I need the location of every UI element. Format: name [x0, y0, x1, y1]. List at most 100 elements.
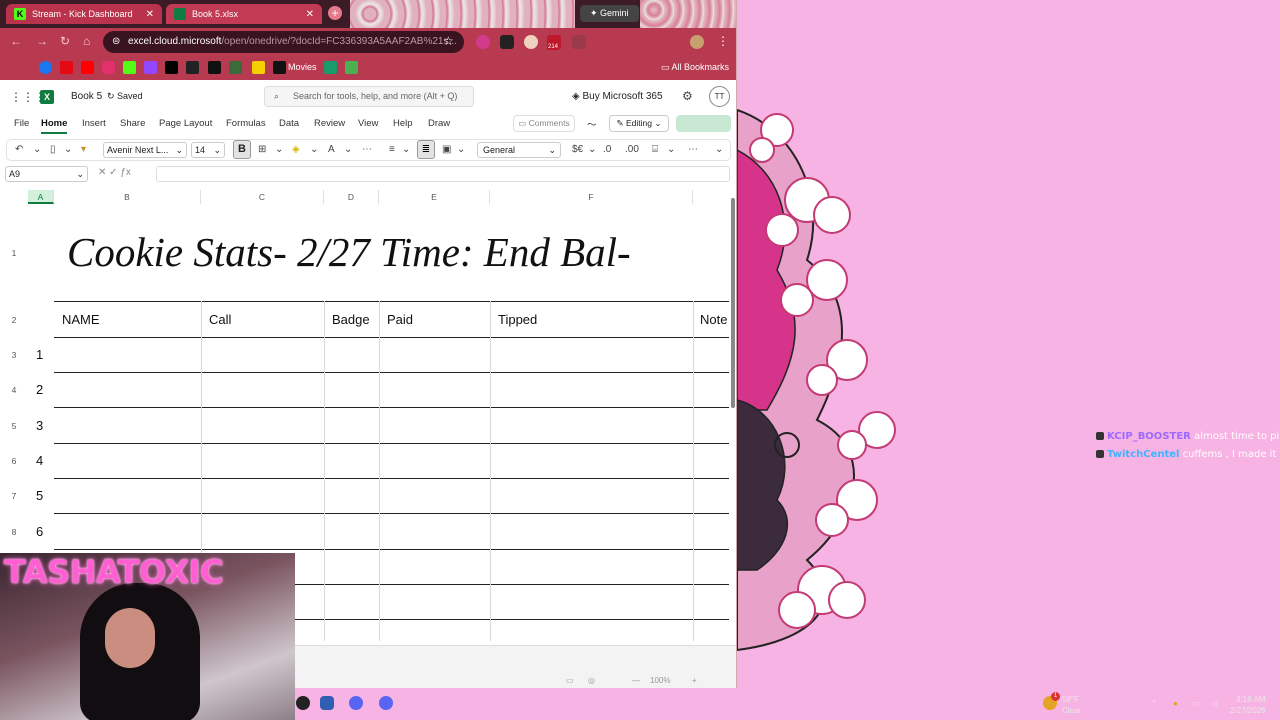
- facebook-icon[interactable]: [39, 61, 52, 74]
- row-number-cell[interactable]: 5: [36, 488, 43, 503]
- row-header[interactable]: 3: [0, 350, 28, 360]
- gear-icon[interactable]: ⚙: [682, 89, 693, 103]
- taskbar-app-icon[interactable]: [296, 696, 310, 710]
- clock-time[interactable]: 3:18 AM: [1236, 695, 1265, 704]
- chevron-down-icon[interactable]: ⌄: [33, 144, 41, 155]
- header-cell-name[interactable]: NAME: [62, 312, 100, 327]
- volume-icon[interactable]: ◁: [1211, 699, 1217, 708]
- merge-icon[interactable]: ▣: [442, 144, 451, 155]
- gemini-button[interactable]: ✦ Gemini: [580, 5, 639, 22]
- bold-button[interactable]: B: [233, 140, 251, 159]
- tab-file[interactable]: File: [14, 118, 29, 129]
- home-icon[interactable]: ⌂: [83, 34, 90, 48]
- tray-icon[interactable]: ●: [1173, 699, 1178, 708]
- row-number-cell[interactable]: 4: [36, 453, 43, 468]
- close-icon[interactable]: ✕: [146, 9, 154, 20]
- formula-input[interactable]: [156, 166, 730, 182]
- extension-icon[interactable]: [476, 35, 490, 49]
- bookmark-icon[interactable]: [186, 61, 199, 74]
- title-cell[interactable]: Cookie Stats- 2/27 Time: End Bal-: [67, 228, 631, 276]
- row-number-cell[interactable]: 6: [36, 524, 43, 539]
- zoom-level[interactable]: 100%: [650, 676, 670, 685]
- column-header[interactable]: C: [201, 190, 324, 204]
- chevron-down-icon[interactable]: ⌄: [64, 144, 72, 155]
- zoom-out-icon[interactable]: —: [632, 676, 640, 685]
- vertical-scrollbar[interactable]: [731, 198, 735, 408]
- column-header[interactable]: F: [490, 190, 693, 204]
- chevron-down-icon[interactable]: ⌄: [344, 144, 352, 155]
- extension-icon[interactable]: [500, 35, 514, 49]
- movies-icon[interactable]: [273, 61, 286, 74]
- row-header[interactable]: 2: [0, 315, 28, 325]
- zoom-in-icon[interactable]: +: [692, 676, 697, 685]
- tab-view[interactable]: View: [358, 118, 378, 129]
- back-icon[interactable]: ←: [10, 34, 22, 48]
- tab-data[interactable]: Data: [279, 118, 299, 129]
- menu-kebab-icon[interactable]: ⋮: [717, 34, 729, 48]
- tab-draw[interactable]: Draw: [428, 118, 450, 129]
- editing-mode-button[interactable]: ✎ Editing ⌄: [609, 115, 669, 132]
- undo-icon[interactable]: ↶: [15, 144, 23, 155]
- taskbar-notepad-icon[interactable]: [320, 696, 334, 710]
- tab-share[interactable]: Share: [120, 118, 145, 129]
- wrap-text-button[interactable]: ≣: [417, 140, 435, 159]
- currency-icon[interactable]: $€: [572, 144, 583, 155]
- fill-color-icon[interactable]: ◈: [292, 144, 300, 155]
- normal-view-icon[interactable]: ▭: [566, 676, 574, 685]
- font-color-icon[interactable]: A: [328, 144, 335, 155]
- chevron-down-icon[interactable]: ⌄: [667, 144, 675, 155]
- column-header[interactable]: B: [54, 190, 201, 204]
- discord-icon[interactable]: [349, 696, 363, 710]
- row-header[interactable]: 8: [0, 527, 28, 537]
- all-bookmarks[interactable]: ▭ All Bookmarks: [661, 61, 729, 74]
- column-header[interactable]: A: [28, 190, 54, 204]
- header-cell-badge[interactable]: Badge: [332, 312, 370, 327]
- paste-icon[interactable]: ▯: [50, 144, 56, 155]
- header-cell-tipped[interactable]: Tipped: [498, 312, 537, 327]
- discord-icon[interactable]: [379, 696, 393, 710]
- excel-logo-icon[interactable]: X: [40, 90, 54, 104]
- document-title[interactable]: Book 5: [71, 91, 102, 102]
- decimal-icon[interactable]: .0: [603, 144, 611, 155]
- row-number-cell[interactable]: 1: [36, 347, 43, 362]
- tab-kick-dashboard[interactable]: K Stream - Kick Dashboard ✕: [6, 4, 162, 24]
- search-box[interactable]: ⌕ Search for tools, help, and more (Alt …: [264, 86, 474, 107]
- profile-avatar[interactable]: [690, 35, 704, 49]
- borders-icon[interactable]: ⊞: [258, 144, 266, 155]
- bookmark-icon[interactable]: [345, 61, 358, 74]
- decimal-icon[interactable]: .00: [625, 144, 639, 155]
- format-painter-icon[interactable]: ▾: [81, 144, 86, 155]
- extension-icon[interactable]: [524, 35, 538, 49]
- forward-icon[interactable]: →: [36, 34, 48, 48]
- bookmark-movies[interactable]: Movies: [288, 61, 317, 74]
- instagram-icon[interactable]: [102, 61, 115, 74]
- name-box[interactable]: A9 ⌄: [5, 166, 88, 182]
- reload-icon[interactable]: ↻: [60, 34, 70, 48]
- extension-icon[interactable]: [572, 35, 586, 49]
- column-header[interactable]: D: [324, 190, 379, 204]
- tab-home[interactable]: Home: [41, 118, 67, 129]
- row-header[interactable]: 7: [0, 491, 28, 501]
- chevron-up-icon[interactable]: ⌃: [1151, 699, 1158, 708]
- bookmark-icon[interactable]: [324, 61, 337, 74]
- row-number-cell[interactable]: 2: [36, 382, 43, 397]
- tab-book5[interactable]: Book 5.xlsx ✕: [166, 4, 322, 24]
- font-size-select[interactable]: 14 ⌄: [191, 142, 225, 158]
- network-icon[interactable]: ▭: [1193, 699, 1201, 708]
- weather-temp[interactable]: 58°F: [1062, 695, 1079, 704]
- more-options-icon[interactable]: ⋯: [362, 144, 372, 155]
- row-header[interactable]: 4: [0, 385, 28, 395]
- more-options-icon[interactable]: ⋯: [688, 144, 698, 155]
- row-header[interactable]: 1: [0, 248, 28, 258]
- netflix-icon[interactable]: [60, 61, 73, 74]
- share-button[interactable]: [676, 115, 731, 132]
- tab-formulas[interactable]: Formulas: [226, 118, 266, 129]
- header-cell-note[interactable]: Note: [700, 312, 727, 327]
- formula-controls[interactable]: ✕ ✓ ƒx: [98, 167, 131, 178]
- row-number-cell[interactable]: 3: [36, 418, 43, 433]
- align-icon[interactable]: ≡: [389, 144, 395, 155]
- youtube-icon[interactable]: [81, 61, 94, 74]
- comments-button[interactable]: ▭ Comments: [513, 115, 575, 132]
- twitch-icon[interactable]: [144, 61, 157, 74]
- bookmark-star-icon[interactable]: ☆: [443, 34, 454, 48]
